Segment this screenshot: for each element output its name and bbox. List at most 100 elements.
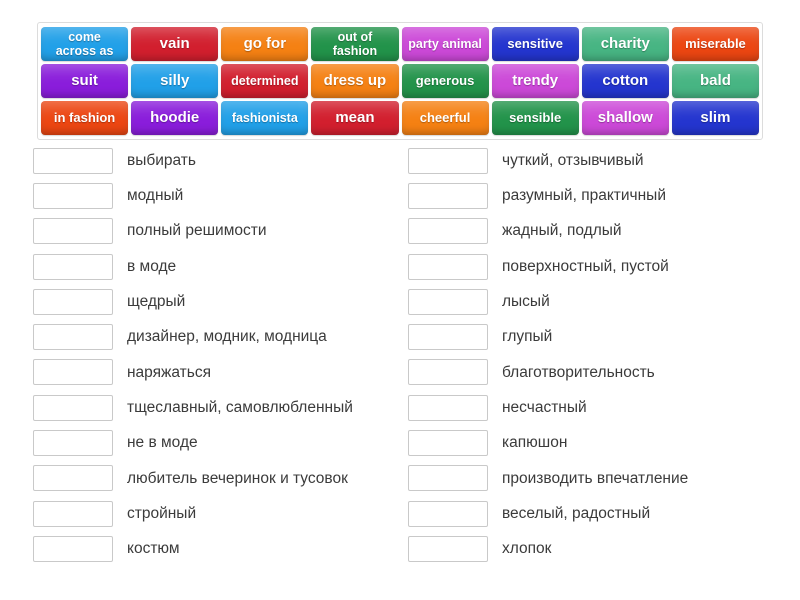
answer-row: благотворительность — [400, 355, 800, 390]
answer-drop-box[interactable] — [33, 394, 113, 421]
answer-row: глупый — [400, 319, 800, 354]
answer-drop-box[interactable] — [33, 430, 113, 457]
answer-drop-box[interactable] — [33, 324, 113, 351]
answer-drop-box[interactable] — [33, 147, 113, 174]
answer-label: наряжаться — [127, 363, 211, 381]
word-tile[interactable]: sensible — [491, 101, 579, 135]
answer-label: разумный, практичный — [502, 187, 666, 205]
answer-drop-box[interactable] — [408, 253, 488, 280]
word-tile[interactable]: come across as — [41, 27, 129, 61]
answer-drop-box[interactable] — [33, 288, 113, 315]
answer-label: благотворительность — [502, 363, 655, 381]
answer-row: производить впечатление — [400, 461, 800, 496]
word-tile[interactable]: miserable — [671, 27, 759, 61]
answer-label: несчастный — [502, 398, 587, 416]
answer-drop-box[interactable] — [408, 288, 488, 315]
answer-label: лысый — [502, 293, 550, 311]
answer-row: веселый, радостный — [400, 496, 800, 531]
word-tile[interactable]: go for — [221, 27, 309, 61]
answer-drop-box[interactable] — [33, 218, 113, 245]
answer-row: чуткий, отзывчивый — [400, 143, 800, 178]
answer-drop-box[interactable] — [33, 359, 113, 386]
answer-drop-box[interactable] — [33, 465, 113, 492]
answer-label: выбирать — [127, 151, 196, 169]
answer-drop-box[interactable] — [33, 500, 113, 527]
answer-area: выбирать модный полный решимости в моде щедр… — [0, 143, 800, 567]
word-tile[interactable]: dress up — [311, 64, 399, 98]
word-tile[interactable]: out of fashion — [311, 27, 399, 61]
word-tile[interactable]: mean — [311, 101, 399, 135]
answer-label: щедрый — [127, 293, 186, 311]
answer-row: костюм — [0, 531, 400, 566]
answer-label: стройный — [127, 504, 197, 522]
answer-drop-box[interactable] — [408, 359, 488, 386]
word-tile[interactable]: sensitive — [491, 27, 579, 61]
answer-row: наряжаться — [0, 355, 400, 390]
answer-label: хлопок — [502, 540, 552, 558]
answer-row: щедрый — [0, 284, 400, 319]
tile-row: suit silly determined dress up generous trend… — [41, 64, 759, 98]
tile-row: in fashion hoodie fashionista mean cheerful s… — [41, 101, 759, 135]
answer-row: в моде — [0, 249, 400, 284]
answer-row: несчастный — [400, 390, 800, 425]
answer-drop-box[interactable] — [408, 535, 488, 562]
answer-label: полный решимости — [127, 222, 267, 240]
answer-label: чуткий, отзывчивый — [502, 151, 644, 169]
answer-row: тщеславный, самовлюбленный — [0, 390, 400, 425]
answer-label: капюшон — [502, 434, 568, 452]
answer-label: не в моде — [127, 434, 198, 452]
word-tile[interactable]: shallow — [581, 101, 669, 135]
answer-drop-box[interactable] — [408, 465, 488, 492]
answer-column-left: выбирать модный полный решимости в моде щедр… — [0, 143, 400, 567]
answer-drop-box[interactable] — [408, 182, 488, 209]
answer-label: костюм — [127, 540, 180, 558]
answer-label: поверхностный, пустой — [502, 257, 669, 275]
answer-label: тщеславный, самовлюбленный — [127, 398, 353, 416]
answer-row: дизайнер, модник, модница — [0, 319, 400, 354]
word-tile[interactable]: fashionista — [221, 101, 309, 135]
word-tile[interactable]: bald — [671, 64, 759, 98]
answer-drop-box[interactable] — [33, 535, 113, 562]
word-tile[interactable]: slim — [671, 101, 759, 135]
answer-drop-box[interactable] — [408, 430, 488, 457]
word-bank: come across as vain go for out of fashion pa… — [37, 22, 763, 140]
answer-drop-box[interactable] — [33, 253, 113, 280]
answer-label: жадный, подлый — [502, 222, 622, 240]
answer-drop-box[interactable] — [33, 182, 113, 209]
answer-row: стройный — [0, 496, 400, 531]
answer-row: любитель вечеринок и тусовок — [0, 461, 400, 496]
answer-drop-box[interactable] — [408, 500, 488, 527]
word-tile[interactable]: hoodie — [131, 101, 219, 135]
answer-label: любитель вечеринок и тусовок — [127, 469, 348, 487]
answer-row: полный решимости — [0, 214, 400, 249]
answer-row: поверхностный, пустой — [400, 249, 800, 284]
answer-row: не в моде — [0, 425, 400, 460]
word-tile[interactable]: vain — [131, 27, 219, 61]
answer-row: хлопок — [400, 531, 800, 566]
answer-row: разумный, практичный — [400, 178, 800, 213]
word-tile[interactable]: trendy — [491, 64, 579, 98]
answer-row: лысый — [400, 284, 800, 319]
word-tile[interactable]: in fashion — [41, 101, 129, 135]
word-tile[interactable]: charity — [581, 27, 669, 61]
word-tile[interactable]: cheerful — [401, 101, 489, 135]
word-tile[interactable]: silly — [131, 64, 219, 98]
answer-row: жадный, подлый — [400, 214, 800, 249]
answer-drop-box[interactable] — [408, 394, 488, 421]
answer-label: глупый — [502, 328, 553, 346]
word-tile[interactable]: cotton — [581, 64, 669, 98]
word-tile[interactable]: generous — [401, 64, 489, 98]
answer-row: модный — [0, 178, 400, 213]
answer-label: в моде — [127, 257, 177, 275]
word-tile[interactable]: suit — [41, 64, 129, 98]
answer-drop-box[interactable] — [408, 218, 488, 245]
answer-label: веселый, радостный — [502, 504, 651, 522]
answer-label: дизайнер, модник, модница — [127, 328, 327, 346]
answer-row: выбирать — [0, 143, 400, 178]
word-tile[interactable]: party animal — [401, 27, 489, 61]
answer-column-right: чуткий, отзывчивый разумный, практичный жа… — [400, 143, 800, 567]
answer-drop-box[interactable] — [408, 324, 488, 351]
answer-drop-box[interactable] — [408, 147, 488, 174]
word-tile[interactable]: determined — [221, 64, 309, 98]
tile-row: come across as vain go for out of fashion pa… — [41, 27, 759, 61]
